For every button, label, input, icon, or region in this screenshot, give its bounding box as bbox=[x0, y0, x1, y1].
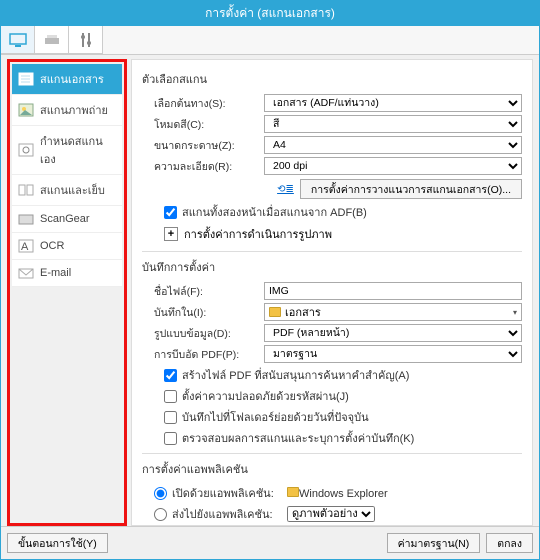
subfolder-date-checkbox[interactable] bbox=[164, 411, 177, 424]
scan-options-title: ตัวเลือกสแกน bbox=[142, 70, 522, 88]
monitor-icon bbox=[9, 33, 27, 47]
format-select[interactable]: PDF (หลายหน้า) bbox=[264, 324, 522, 342]
send-to-app-select[interactable]: ดูภาพตัวอย่าง bbox=[287, 506, 375, 522]
password-security-checkbox[interactable] bbox=[164, 390, 177, 403]
saveto-select[interactable]: เอกสาร bbox=[264, 303, 522, 321]
paper-select[interactable]: A4 bbox=[264, 136, 522, 154]
settings-window: การตั้งค่า (สแกนเอกสาร) สแกนเอกสาร สแกนภ… bbox=[0, 0, 540, 560]
resolution-select[interactable]: 200 dpi bbox=[264, 157, 522, 175]
window-title: การตั้งค่า (สแกนเอกสาร) bbox=[1, 1, 539, 26]
sliders-icon bbox=[79, 32, 93, 48]
sidebar-item-stitch[interactable]: สแกนและเย็บ bbox=[12, 175, 122, 206]
pdf-searchable-label: สร้างไฟล์ PDF ที่สนับสนุนการค้นหาคำสำคัญ… bbox=[182, 366, 409, 384]
orientation-settings-button[interactable]: การตั้งค่าการวางแนวการสแกนเอกสาร(O)... bbox=[300, 179, 522, 199]
svg-text:A: A bbox=[21, 241, 29, 253]
sidebar-item-photo[interactable]: สแกนภาพถ่าย bbox=[12, 95, 122, 126]
tab-from-scanner[interactable] bbox=[35, 26, 69, 54]
document-scan-icon bbox=[18, 72, 34, 86]
defaults-button[interactable]: ค่ามาตรฐาน(N) bbox=[387, 533, 481, 553]
sidebar-item-email[interactable]: E-mail bbox=[12, 260, 122, 287]
sidebar-highlight: สแกนเอกสาร สแกนภาพถ่าย กำหนดสแกนเอง สแกน… bbox=[7, 59, 127, 526]
subfolder-date-label: บันทึกไปที่โฟลเดอร์ย่อยด้วยวันที่ปัจจุบั… bbox=[182, 408, 369, 426]
password-security-label: ตั้งค่าความปลอดภัยด้วยรหัสผ่าน(J) bbox=[182, 387, 349, 405]
filename-label: ชื่อไฟล์(F): bbox=[154, 283, 264, 300]
check-results-checkbox[interactable] bbox=[164, 432, 177, 445]
open-with-radio[interactable] bbox=[154, 487, 167, 500]
save-settings-title: บันทึกการตั้งค่า bbox=[142, 258, 522, 276]
image-processing-label: การตั้งค่าการดำเนินการรูปภาพ bbox=[184, 225, 332, 243]
expand-image-processing[interactable]: + bbox=[164, 227, 178, 241]
sidebar-item-label: สแกนเอกสาร bbox=[40, 70, 104, 88]
scangear-icon bbox=[18, 212, 34, 226]
send-to-app-radio[interactable] bbox=[154, 508, 167, 521]
sidebar-item-label: กำหนดสแกนเอง bbox=[40, 132, 116, 168]
content-panel: ตัวเลือกสแกน เลือกต้นทาง(S): เอกสาร (ADF… bbox=[131, 59, 533, 526]
sidebar: สแกนเอกสาร สแกนภาพถ่าย กำหนดสแกนเอง สแกน… bbox=[12, 64, 122, 287]
send-to-app-label: ส่งไปยังแอพพลิเคชัน: bbox=[172, 505, 282, 523]
adf-both-sides-label: สแกนทั้งสองหน้าเมื่อสแกนจาก ADF(B) bbox=[182, 203, 367, 221]
tab-from-computer[interactable] bbox=[1, 26, 35, 54]
sidebar-item-label: สแกนและเย็บ bbox=[40, 181, 105, 199]
adf-both-sides-checkbox[interactable] bbox=[164, 206, 177, 219]
pdfcomp-label: การบีบอัด PDF(P): bbox=[154, 346, 264, 363]
source-label: เลือกต้นทาง(S): bbox=[154, 95, 264, 112]
custom-scan-icon bbox=[18, 143, 34, 157]
instructions-button[interactable]: ขั้นตอนการใช้(Y) bbox=[7, 533, 108, 553]
open-with-label: เปิดด้วยแอพพลิเคชัน: bbox=[172, 484, 282, 502]
format-label: รูปแบบข้อมูล(D): bbox=[154, 325, 264, 342]
source-select[interactable]: เอกสาร (ADF/แท่นวาง) bbox=[264, 94, 522, 112]
open-with-select[interactable]: Windows Explorer bbox=[287, 487, 388, 500]
sidebar-item-document[interactable]: สแกนเอกสาร bbox=[12, 64, 122, 95]
folder-icon bbox=[287, 487, 299, 497]
check-results-label: ตรวจสอบผลการสแกนและระบุการตั้งค่าบันทึก(… bbox=[182, 429, 414, 447]
pdfcomp-select[interactable]: มาตรฐาน bbox=[264, 345, 522, 363]
color-select[interactable]: สี bbox=[264, 115, 522, 133]
scanner-icon bbox=[43, 33, 61, 47]
footer: ขั้นตอนการใช้(Y) ค่ามาตรฐาน(N) ตกลง bbox=[1, 526, 539, 559]
sidebar-item-label: ScanGear bbox=[40, 213, 90, 225]
email-icon bbox=[18, 266, 34, 280]
saveto-label: บันทึกใน(I): bbox=[154, 304, 264, 321]
sidebar-item-label: E-mail bbox=[40, 267, 71, 279]
ok-button[interactable]: ตกลง bbox=[486, 533, 533, 553]
filename-input[interactable] bbox=[264, 282, 522, 300]
color-label: โหมดสี(C): bbox=[154, 116, 264, 133]
app-settings-title: การตั้งค่าแอพพลิเคชัน bbox=[142, 460, 522, 478]
stitch-scan-icon bbox=[18, 183, 34, 197]
top-toolbar bbox=[1, 26, 539, 55]
photo-scan-icon bbox=[18, 103, 34, 117]
ocr-icon: A bbox=[18, 239, 34, 253]
orient-link-icon[interactable]: ⟲≣ bbox=[277, 184, 294, 195]
tab-preferences[interactable] bbox=[69, 26, 103, 54]
folder-icon bbox=[269, 307, 281, 317]
pdf-searchable-checkbox[interactable] bbox=[164, 369, 177, 382]
sidebar-item-custom[interactable]: กำหนดสแกนเอง bbox=[12, 126, 122, 175]
sidebar-item-ocr[interactable]: A OCR bbox=[12, 233, 122, 260]
resolution-label: ความละเอียด(R): bbox=[154, 158, 264, 175]
paper-label: ขนาดกระดาษ(Z): bbox=[154, 137, 264, 154]
sidebar-item-scangear[interactable]: ScanGear bbox=[12, 206, 122, 233]
sidebar-item-label: สแกนภาพถ่าย bbox=[40, 101, 108, 119]
main-area: สแกนเอกสาร สแกนภาพถ่าย กำหนดสแกนเอง สแกน… bbox=[1, 55, 539, 526]
sidebar-item-label: OCR bbox=[40, 240, 64, 252]
